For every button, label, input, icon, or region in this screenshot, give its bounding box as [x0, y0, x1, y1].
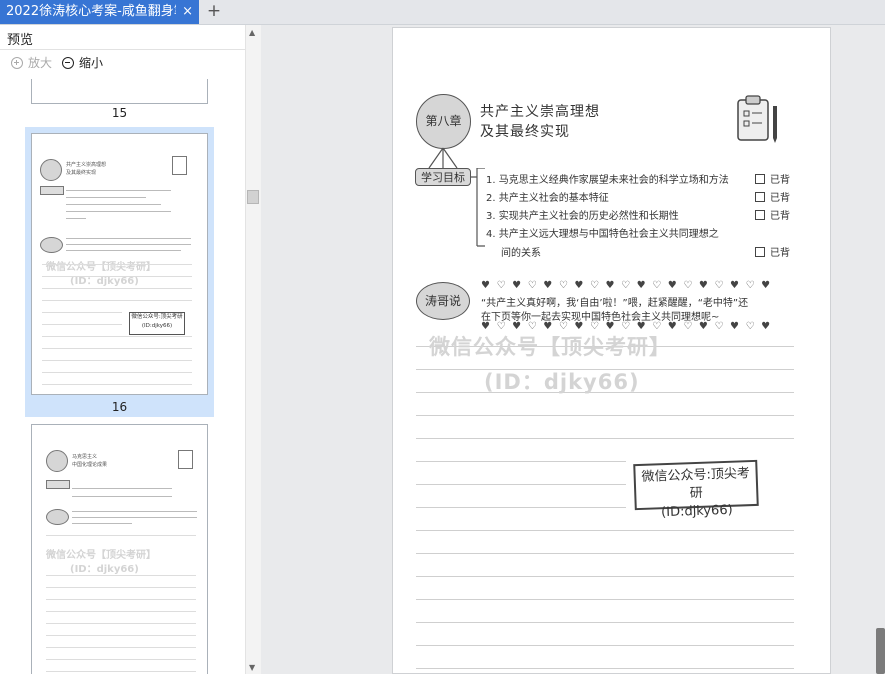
ruled-line [416, 622, 794, 623]
connector-lines [428, 147, 458, 169]
document-tab[interactable]: 2022徐涛核心考案-咸鱼翻身笔记 × [0, 0, 199, 24]
zoom-in-button[interactable]: 放大 [11, 54, 52, 71]
bracket-lines [471, 168, 485, 247]
zoom-out-label: 缩小 [79, 56, 104, 70]
memorized-checkbox-1[interactable]: 已背 [755, 171, 790, 186]
page-number: 15 [111, 106, 128, 120]
thumb-watermark-1: 微信公众号【顶尖考研】 [46, 550, 156, 561]
chapter-badge: 第八章 [416, 94, 471, 149]
thumbnail-list: 15 共产主义崇高理想 及其最终实现 微信公众号【顶尖考研】 (ID：djky6… [0, 79, 245, 674]
checkbox-label: 已背 [770, 211, 790, 222]
close-tab-icon[interactable]: × [182, 0, 193, 24]
checkbox-icon [755, 209, 765, 220]
objective-1: 1. 马克思主义经典作家展望未来社会的科学立场和方法 [486, 175, 729, 186]
checkbox-label: 已背 [770, 175, 790, 186]
scrollbar-thumb[interactable] [247, 190, 259, 204]
document-viewer: 第八章 共产主义崇高理想 及其最终实现 学习目标 1. 马克思主义经典作家展望未… [261, 25, 885, 674]
thumb-watermark-2: (ID：djky66) [70, 276, 139, 287]
hearts-row-top: ♥♡♥♡♥♡♥♡♥♡♥♡♥♡♥♡♥♡♥ [481, 280, 777, 291]
ruled-line [416, 507, 626, 508]
stamp: 微信公众号:顶尖考研 (ID:djky66) [633, 459, 759, 520]
thumb-watermark-1: 微信公众号【顶尖考研】 [46, 262, 156, 273]
clipboard-icon [178, 450, 193, 469]
thumb-stamp: 微信公众号:顶尖考研 (ID:djky66) [129, 312, 185, 335]
objectives-tag: 学习目标 [415, 168, 471, 186]
chapter-circle-mini [46, 450, 68, 472]
clipboard-icon [172, 156, 187, 175]
ruled-line [416, 576, 794, 577]
ruled-line [416, 484, 626, 485]
scroll-up-icon[interactable]: ▲ [249, 28, 255, 37]
ruled-line [416, 438, 794, 439]
document-tab-title: 2022徐涛核心考案-咸鱼翻身笔记 [6, 4, 176, 19]
thumb-watermark-2: (ID：djky66) [70, 564, 139, 575]
zoom-in-label: 放大 [28, 56, 53, 70]
talk-line-1: “共产主义真好啊，我‘自由’啦！”喂，赶紧醒醒，“老中特”还 [481, 298, 749, 309]
ruled-line [416, 415, 794, 416]
tab-bar: 2022徐涛核心考案-咸鱼翻身笔记 × + [0, 0, 885, 25]
tag-mini [46, 480, 70, 489]
thumbnail-image: 马克思主义 中国化理论成果 微信公众号【顶尖考研】 (ID：djky66) [31, 424, 208, 674]
chapter-title-line-2: 及其最终实现 [480, 124, 570, 140]
sidebar-header: 预览 × [0, 25, 260, 50]
ruled-line [416, 553, 794, 554]
ruled-line [416, 599, 794, 600]
thumb-title-2: 中国化理论成果 [72, 462, 108, 468]
thumb-title-1: 马克思主义 [72, 454, 98, 460]
clipboard-icon [737, 95, 777, 143]
thumbnail-page-16[interactable]: 共产主义崇高理想 及其最终实现 微信公众号【顶尖考研】 (ID：djky66) [25, 127, 214, 417]
thumbnail-image: 共产主义崇高理想 及其最终实现 微信公众号【顶尖考研】 (ID：djky66) [31, 133, 208, 395]
ruled-line [416, 645, 794, 646]
checkbox-icon [755, 173, 765, 184]
memorized-checkbox-3[interactable]: 已背 [755, 207, 790, 222]
talk-bubble: 涛哥说 [416, 282, 470, 320]
watermark-line-2: (ID：djky66) [484, 370, 640, 394]
checkbox-icon [755, 246, 765, 257]
page-number: 16 [111, 400, 128, 414]
ruled-line [416, 668, 794, 669]
stamp-line-1: 微信公众号:顶尖考研 [641, 466, 751, 502]
objective-2: 2. 共产主义社会的基本特征 [486, 193, 609, 204]
checkbox-label: 已背 [770, 193, 790, 204]
tag-mini [40, 186, 64, 195]
talk-bubble-mini [40, 237, 63, 253]
new-tab-button[interactable]: + [204, 0, 224, 24]
memorized-checkbox-2[interactable]: 已背 [755, 189, 790, 204]
document-page: 第八章 共产主义崇高理想 及其最终实现 学习目标 1. 马克思主义经典作家展望未… [392, 27, 831, 674]
talk-bubble-mini [46, 509, 69, 525]
ruled-line [416, 530, 794, 531]
sidebar-scrollbar[interactable]: ▲ ▼ [245, 25, 261, 674]
thumb-title-2: 及其最终实现 [66, 170, 97, 176]
zoom-out-button[interactable]: 缩小 [62, 54, 103, 71]
checkbox-icon [755, 191, 765, 202]
chapter-title-line-1: 共产主义崇高理想 [480, 104, 600, 120]
preview-sidebar: 预览 × 放大 缩小 15 共产主义崇高理想 及其最终实现 [0, 25, 261, 674]
scroll-down-icon[interactable]: ▼ [249, 663, 255, 672]
objective-4-cont: 间的关系 [501, 248, 541, 259]
thumb-title-1: 共产主义崇高理想 [66, 162, 107, 168]
sidebar-title: 预览 [7, 33, 34, 48]
thumbnail-page-15[interactable]: 15 [25, 79, 214, 123]
checkbox-label: 已背 [770, 248, 790, 259]
objective-3: 3. 实现共产主义社会的历史必然性和长期性 [486, 211, 679, 222]
thumbnail-page-17[interactable]: 马克思主义 中国化理论成果 微信公众号【顶尖考研】 (ID：djky66) [25, 419, 214, 674]
zoom-out-icon [62, 56, 74, 69]
objective-4: 4. 共产主义远大理想与中国特色社会主义共同理想之 [486, 229, 719, 240]
stamp-line-2: (ID:djky66) [660, 502, 733, 521]
document-scrollbar-thumb[interactable] [876, 628, 885, 674]
zoom-in-icon [11, 56, 23, 69]
thumbnail-image [31, 79, 208, 104]
memorized-checkbox-4[interactable]: 已背 [755, 244, 790, 259]
ruled-line [416, 461, 626, 462]
watermark-line-1: 微信公众号【顶尖考研】 [429, 335, 671, 359]
chapter-circle-mini [40, 159, 62, 181]
